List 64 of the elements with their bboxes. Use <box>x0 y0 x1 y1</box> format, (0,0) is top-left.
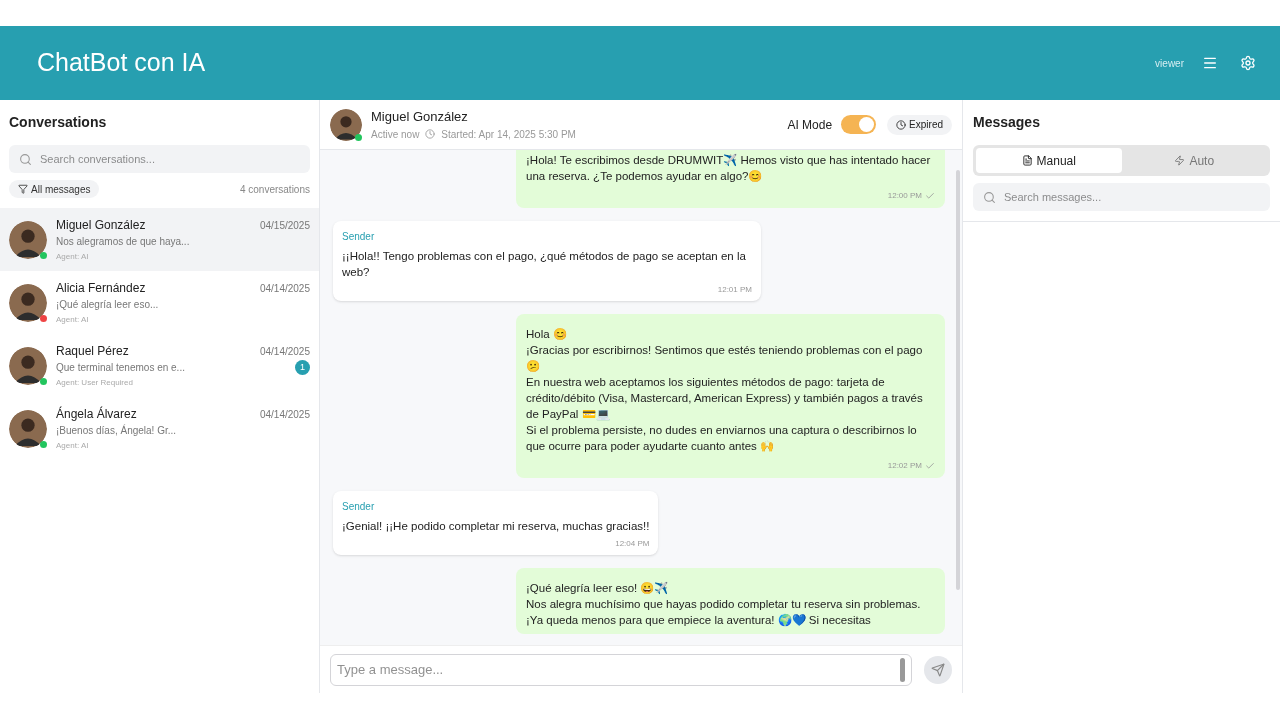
search-icon <box>19 152 32 166</box>
panel-title: Messages <box>973 113 1041 132</box>
sender-name: Sender <box>342 230 376 244</box>
menu-icon[interactable] <box>1202 55 1218 71</box>
message-text: ¡Hola! Te escribimos desde DRUMWIT✈ Hemos visto que has intentado hacer una reserva. ¿Te podemos ayudar en algo?😊 <box>526 153 932 184</box>
conversation-item[interactable]: Miguel González 04/15/2025 Nos alegramos de que haya... Agent: AI <box>0 208 319 271</box>
input-scrollbar <box>900 657 905 682</box>
sender-name: Sender <box>342 500 376 514</box>
message-text: Hola 😊 ¡Gracias por escribirnos! Sentimos que estés teniendo problemas con el pago 😕 En nuestra web aceptamos los siguientes métodos de pago: tarjeta de crédito/débito (Visa, Mastercard, American Express) y también pagos a través de PayPal 💳💻 Si el problema persiste, no dudes en enviarnos una captura o describirnos lo que ocurre para poder ayudarte cuanto antes 🙌 <box>526 327 924 454</box>
conversation-count: 4 conversations <box>239 182 310 197</box>
message-preview: ¡Buenos días, Ángela! Gr... <box>56 423 177 438</box>
ai-mode-toggle[interactable] <box>841 115 877 134</box>
sidebar-title: Conversations <box>9 113 108 132</box>
message-text: ¡¡Hola!! Tengo problemas con el pago, ¿qué métodos de pago se aceptan en la web? <box>342 249 747 280</box>
document-icon <box>1021 155 1033 166</box>
message-preview: ¡Qué alegría leer eso... <box>56 298 159 312</box>
search-field[interactable]: Search conversations... <box>9 145 310 173</box>
message-preview: Que terminal tenemos en e... <box>56 361 185 375</box>
message-preview: Nos alegramos de que haya... <box>56 235 190 249</box>
filter-icon <box>18 184 28 194</box>
message-search-field[interactable]: Search messages... <box>973 183 1270 211</box>
agent-label: Agent: AI <box>56 440 90 452</box>
conversation-date: 04/14/2025 <box>259 282 310 296</box>
clock-icon <box>425 129 436 140</box>
start-time: Started: Apr 14, 2025 5:30 PM <box>441 127 576 142</box>
settings-icon[interactable] <box>1240 55 1256 71</box>
message-time: 12:00 PM <box>887 190 922 202</box>
message-text: ¡Qué alegría leer eso! 😀✈ Nos alegra muchísimo que hayas podido completar tu reserva sin problemas. ¡Ya queda menos para que empiece la aventura! 🌍💙 Si necesitas <box>526 581 922 628</box>
send-icon <box>931 662 945 677</box>
agent-label: Agent: AI <box>56 314 90 326</box>
chat-contact-name: Miguel González <box>371 108 469 127</box>
presence-status: Active now <box>371 127 420 142</box>
search-icon <box>983 190 996 204</box>
message-time: 12:01 PM <box>716 284 752 296</box>
contact-name: Raquel Pérez <box>56 343 129 360</box>
contact-name: Alicia Fernández <box>56 280 146 297</box>
mode-tab[interactable]: Manual <box>976 148 1122 173</box>
search-input[interactable]: Search conversations... <box>40 150 300 168</box>
filter-button[interactable]: All messages <box>9 180 100 198</box>
avatar <box>9 346 47 385</box>
send-button[interactable] <box>924 655 952 684</box>
message-input[interactable]: Type a message... <box>330 653 912 686</box>
avatar <box>9 409 47 448</box>
message-search-input[interactable]: Search messages... <box>1004 188 1260 206</box>
ai-mode-label: AI Mode <box>787 116 833 134</box>
unread-count: 1 <box>295 360 310 375</box>
lightning-icon <box>1174 155 1186 166</box>
conversation-date: 04/14/2025 <box>259 345 310 359</box>
agent-label: Agent: User Required <box>56 377 134 389</box>
message-time: 12:02 PM <box>887 460 922 472</box>
avatar <box>330 108 362 141</box>
agent-label: Agent: AI <box>56 251 90 263</box>
app-title: ChatBot con IA <box>37 47 207 79</box>
mode-tab[interactable]: Auto <box>1121 148 1267 173</box>
conversation-date: 04/15/2025 <box>259 219 310 233</box>
message-text: ¡Genial! ¡¡He podido completar mi reserva, muchas gracias!! <box>342 519 650 534</box>
contact-name: Ángela Álvarez <box>56 405 137 423</box>
avatar <box>9 220 47 259</box>
status-badge: Expired <box>887 114 952 135</box>
message-time: 12:04 PM <box>614 538 650 550</box>
avatar <box>9 283 47 322</box>
contact-name: Miguel González <box>56 217 146 234</box>
user-role: viewer <box>1155 56 1184 71</box>
conversation-date: 04/14/2025 <box>259 408 310 422</box>
